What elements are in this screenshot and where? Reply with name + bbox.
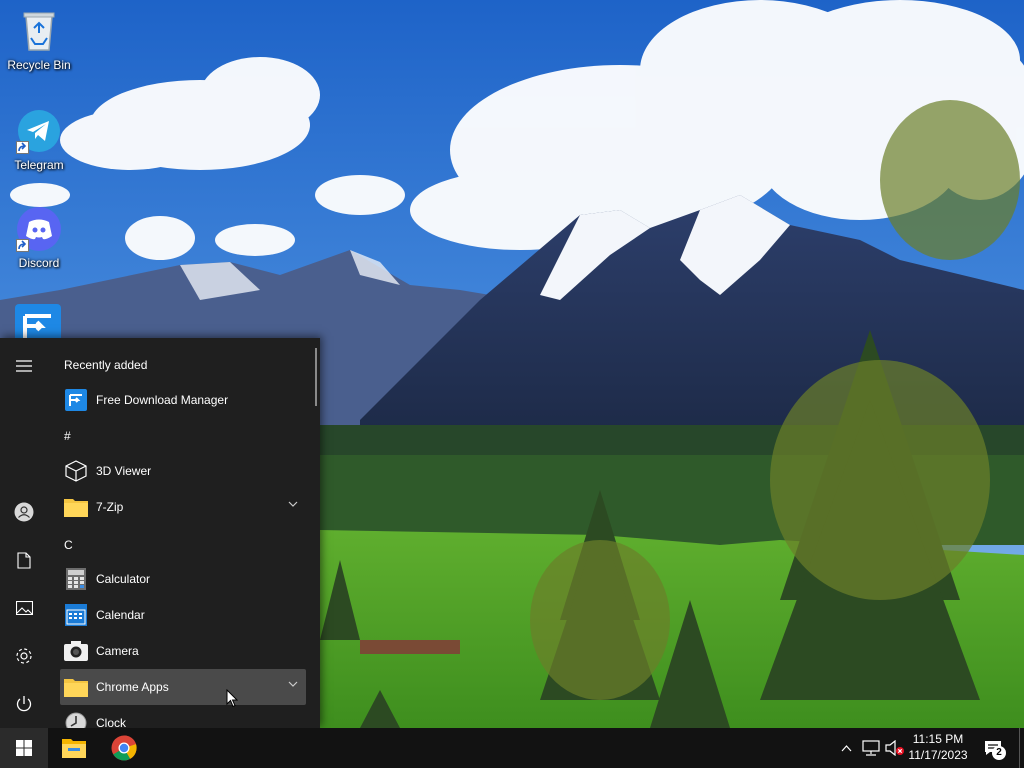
- windows-logo-icon: [16, 740, 32, 756]
- group-header-hash[interactable]: #: [64, 429, 71, 443]
- taskbar-clock[interactable]: 11:15 PM 11/17/2023: [898, 731, 978, 763]
- recycle-bin-icon: [16, 8, 62, 54]
- clock-icon: [64, 711, 88, 728]
- app-name: Calendar: [96, 608, 145, 622]
- mouse-cursor-icon: [226, 688, 239, 713]
- folder-icon: [64, 495, 88, 519]
- desktop-icon-label: Discord: [18, 256, 60, 270]
- user-account-button[interactable]: [0, 488, 48, 536]
- pictures-icon: [15, 601, 33, 615]
- documents-button[interactable]: [0, 536, 48, 584]
- network-icon: [862, 740, 880, 756]
- start-menu: Recently added Free Download Manager # 3…: [0, 338, 320, 728]
- camera-icon: [64, 639, 88, 663]
- network-status[interactable]: [860, 728, 882, 768]
- desktop-icon-label: Telegram: [14, 158, 64, 172]
- show-hidden-icons-button[interactable]: [838, 728, 854, 768]
- app-folder-chrome-apps[interactable]: Chrome Apps: [60, 669, 306, 705]
- app-3d-viewer[interactable]: 3D Viewer: [60, 453, 306, 489]
- show-desktop-button[interactable]: [1019, 728, 1024, 768]
- expand-menu-button[interactable]: [0, 342, 48, 390]
- app-free-download-manager[interactable]: Free Download Manager: [60, 382, 306, 418]
- app-list-scrollbar[interactable]: [315, 348, 317, 406]
- calculator-icon: [64, 567, 88, 591]
- taskbar-file-explorer[interactable]: [50, 728, 98, 768]
- power-button[interactable]: [0, 680, 48, 728]
- app-camera[interactable]: Camera: [60, 633, 306, 669]
- chevron-down-icon: [288, 681, 298, 687]
- cube-icon: [64, 459, 88, 483]
- clock-date: 11/17/2023: [908, 748, 968, 762]
- app-name: Camera: [96, 644, 139, 658]
- app-clock[interactable]: Clock: [60, 705, 306, 728]
- shortcut-arrow-icon: [16, 141, 29, 154]
- desktop-icon-recycle-bin[interactable]: Recycle Bin: [1, 8, 77, 72]
- fdm-icon: [64, 388, 88, 412]
- desktop-icon-label: Recycle Bin: [7, 58, 71, 72]
- notification-count-badge: 2: [992, 746, 1006, 760]
- file-explorer-icon: [62, 739, 86, 758]
- app-name: 7-Zip: [96, 500, 124, 514]
- desktop-icon-fdm-partial[interactable]: [15, 304, 61, 338]
- folder-icon: [64, 675, 88, 699]
- app-name: Free Download Manager: [96, 393, 229, 407]
- fdm-icon: [15, 304, 61, 338]
- app-list[interactable]: Recently added Free Download Manager # 3…: [48, 338, 320, 728]
- desktop-icon-discord[interactable]: Discord: [1, 206, 77, 270]
- calendar-icon: [64, 603, 88, 627]
- shortcut-arrow-icon: [16, 239, 29, 252]
- chevron-up-icon: [841, 744, 851, 751]
- start-menu-rail: [0, 338, 48, 728]
- app-name: Calculator: [96, 572, 151, 586]
- chrome-icon: [111, 735, 137, 761]
- chevron-down-icon: [288, 501, 298, 507]
- app-calculator[interactable]: Calculator: [60, 561, 306, 597]
- recently-added-header: Recently added: [64, 358, 148, 372]
- taskbar-chrome[interactable]: [100, 728, 148, 768]
- settings-button[interactable]: [0, 632, 48, 680]
- documents-icon: [17, 551, 31, 569]
- taskbar: 11:15 PM 11/17/2023 2: [0, 728, 1024, 768]
- app-name: 3D Viewer: [96, 464, 152, 478]
- discord-icon: [16, 206, 62, 252]
- telegram-icon: [16, 108, 62, 154]
- start-button[interactable]: [0, 728, 48, 768]
- power-icon: [16, 696, 32, 712]
- app-calendar[interactable]: Calendar: [60, 597, 306, 633]
- desktop-icon-telegram[interactable]: Telegram: [1, 108, 77, 172]
- hamburger-icon: [16, 360, 32, 372]
- settings-icon: [16, 648, 32, 664]
- app-name: Clock: [96, 716, 127, 728]
- user-icon: [14, 502, 34, 522]
- clock-time: 11:15 PM: [912, 732, 964, 746]
- app-name: Chrome Apps: [96, 680, 169, 694]
- group-header-c[interactable]: C: [64, 538, 73, 552]
- pictures-button[interactable]: [0, 584, 48, 632]
- app-folder-7zip[interactable]: 7-Zip: [60, 489, 306, 525]
